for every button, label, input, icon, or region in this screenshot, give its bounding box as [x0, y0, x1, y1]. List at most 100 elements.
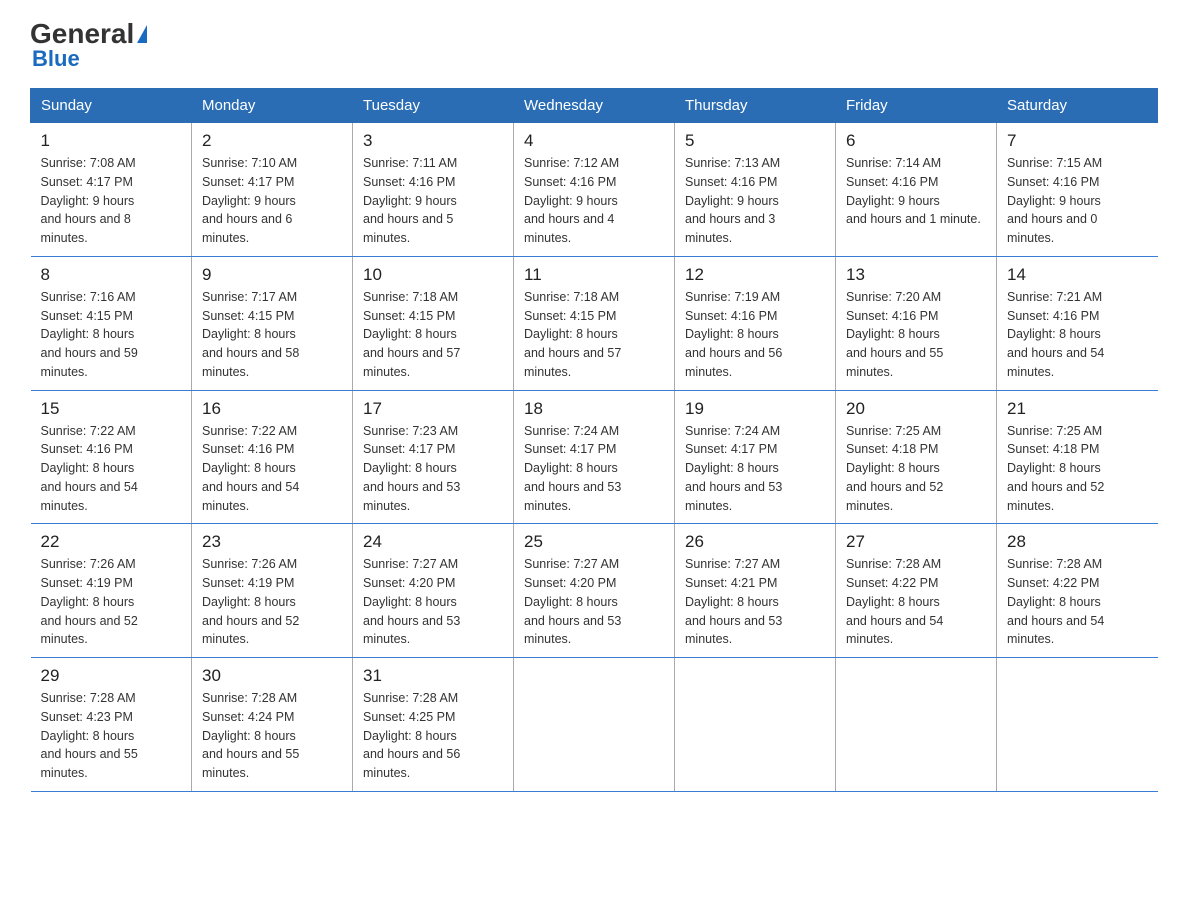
- calendar-header-sunday: Sunday: [31, 89, 192, 123]
- calendar-table: SundayMondayTuesdayWednesdayThursdayFrid…: [30, 88, 1158, 792]
- day-info: Sunrise: 7:27 AMSunset: 4:20 PMDaylight:…: [363, 555, 503, 649]
- calendar-header-tuesday: Tuesday: [353, 89, 514, 123]
- page-header: General Blue: [30, 20, 1158, 72]
- day-number: 20: [846, 399, 986, 419]
- calendar-week-row: 15 Sunrise: 7:22 AMSunset: 4:16 PMDaylig…: [31, 390, 1158, 524]
- calendar-cell: 24 Sunrise: 7:27 AMSunset: 4:20 PMDaylig…: [353, 524, 514, 658]
- calendar-header-wednesday: Wednesday: [514, 89, 675, 123]
- day-number: 14: [1007, 265, 1148, 285]
- day-info: Sunrise: 7:08 AMSunset: 4:17 PMDaylight:…: [41, 154, 182, 248]
- day-number: 11: [524, 265, 664, 285]
- day-info: Sunrise: 7:28 AMSunset: 4:25 PMDaylight:…: [363, 689, 503, 783]
- logo-triangle-icon: [137, 25, 147, 43]
- day-info: Sunrise: 7:20 AMSunset: 4:16 PMDaylight:…: [846, 288, 986, 382]
- day-number: 3: [363, 131, 503, 151]
- calendar-cell: [997, 658, 1158, 792]
- day-info: Sunrise: 7:16 AMSunset: 4:15 PMDaylight:…: [41, 288, 182, 382]
- calendar-cell: 26 Sunrise: 7:27 AMSunset: 4:21 PMDaylig…: [675, 524, 836, 658]
- day-number: 6: [846, 131, 986, 151]
- calendar-cell: 13 Sunrise: 7:20 AMSunset: 4:16 PMDaylig…: [836, 256, 997, 390]
- day-info: Sunrise: 7:24 AMSunset: 4:17 PMDaylight:…: [685, 422, 825, 516]
- day-number: 27: [846, 532, 986, 552]
- day-number: 31: [363, 666, 503, 686]
- calendar-cell: 9 Sunrise: 7:17 AMSunset: 4:15 PMDayligh…: [192, 256, 353, 390]
- calendar-cell: 5 Sunrise: 7:13 AMSunset: 4:16 PMDayligh…: [675, 123, 836, 257]
- calendar-cell: 11 Sunrise: 7:18 AMSunset: 4:15 PMDaylig…: [514, 256, 675, 390]
- calendar-cell: 28 Sunrise: 7:28 AMSunset: 4:22 PMDaylig…: [997, 524, 1158, 658]
- day-number: 17: [363, 399, 503, 419]
- calendar-header-row: SundayMondayTuesdayWednesdayThursdayFrid…: [31, 89, 1158, 123]
- day-info: Sunrise: 7:28 AMSunset: 4:23 PMDaylight:…: [41, 689, 182, 783]
- day-info: Sunrise: 7:19 AMSunset: 4:16 PMDaylight:…: [685, 288, 825, 382]
- day-info: Sunrise: 7:26 AMSunset: 4:19 PMDaylight:…: [202, 555, 342, 649]
- day-info: Sunrise: 7:26 AMSunset: 4:19 PMDaylight:…: [41, 555, 182, 649]
- day-info: Sunrise: 7:24 AMSunset: 4:17 PMDaylight:…: [524, 422, 664, 516]
- day-number: 22: [41, 532, 182, 552]
- day-info: Sunrise: 7:22 AMSunset: 4:16 PMDaylight:…: [41, 422, 182, 516]
- calendar-header-thursday: Thursday: [675, 89, 836, 123]
- day-number: 10: [363, 265, 503, 285]
- day-number: 16: [202, 399, 342, 419]
- day-info: Sunrise: 7:25 AMSunset: 4:18 PMDaylight:…: [1007, 422, 1148, 516]
- calendar-cell: 6 Sunrise: 7:14 AMSunset: 4:16 PMDayligh…: [836, 123, 997, 257]
- calendar-cell: 14 Sunrise: 7:21 AMSunset: 4:16 PMDaylig…: [997, 256, 1158, 390]
- calendar-cell: 21 Sunrise: 7:25 AMSunset: 4:18 PMDaylig…: [997, 390, 1158, 524]
- day-number: 24: [363, 532, 503, 552]
- calendar-cell: 16 Sunrise: 7:22 AMSunset: 4:16 PMDaylig…: [192, 390, 353, 524]
- day-number: 30: [202, 666, 342, 686]
- day-number: 29: [41, 666, 182, 686]
- calendar-cell: 30 Sunrise: 7:28 AMSunset: 4:24 PMDaylig…: [192, 658, 353, 792]
- logo-general: General: [30, 20, 147, 48]
- day-number: 26: [685, 532, 825, 552]
- day-info: Sunrise: 7:18 AMSunset: 4:15 PMDaylight:…: [363, 288, 503, 382]
- calendar-week-row: 1 Sunrise: 7:08 AMSunset: 4:17 PMDayligh…: [31, 123, 1158, 257]
- calendar-cell: 18 Sunrise: 7:24 AMSunset: 4:17 PMDaylig…: [514, 390, 675, 524]
- day-info: Sunrise: 7:10 AMSunset: 4:17 PMDaylight:…: [202, 154, 342, 248]
- day-info: Sunrise: 7:23 AMSunset: 4:17 PMDaylight:…: [363, 422, 503, 516]
- calendar-cell: [836, 658, 997, 792]
- calendar-cell: 3 Sunrise: 7:11 AMSunset: 4:16 PMDayligh…: [353, 123, 514, 257]
- calendar-cell: 20 Sunrise: 7:25 AMSunset: 4:18 PMDaylig…: [836, 390, 997, 524]
- calendar-cell: 17 Sunrise: 7:23 AMSunset: 4:17 PMDaylig…: [353, 390, 514, 524]
- day-number: 18: [524, 399, 664, 419]
- day-number: 28: [1007, 532, 1148, 552]
- day-number: 5: [685, 131, 825, 151]
- day-number: 13: [846, 265, 986, 285]
- calendar-header-friday: Friday: [836, 89, 997, 123]
- calendar-cell: 25 Sunrise: 7:27 AMSunset: 4:20 PMDaylig…: [514, 524, 675, 658]
- calendar-cell: 31 Sunrise: 7:28 AMSunset: 4:25 PMDaylig…: [353, 658, 514, 792]
- logo-blue-text: Blue: [32, 46, 80, 72]
- calendar-cell: [514, 658, 675, 792]
- calendar-week-row: 29 Sunrise: 7:28 AMSunset: 4:23 PMDaylig…: [31, 658, 1158, 792]
- day-info: Sunrise: 7:18 AMSunset: 4:15 PMDaylight:…: [524, 288, 664, 382]
- calendar-week-row: 8 Sunrise: 7:16 AMSunset: 4:15 PMDayligh…: [31, 256, 1158, 390]
- day-number: 4: [524, 131, 664, 151]
- logo-general-text: General: [30, 20, 134, 48]
- day-info: Sunrise: 7:25 AMSunset: 4:18 PMDaylight:…: [846, 422, 986, 516]
- day-info: Sunrise: 7:28 AMSunset: 4:24 PMDaylight:…: [202, 689, 342, 783]
- calendar-cell: 10 Sunrise: 7:18 AMSunset: 4:15 PMDaylig…: [353, 256, 514, 390]
- day-info: Sunrise: 7:27 AMSunset: 4:21 PMDaylight:…: [685, 555, 825, 649]
- calendar-cell: 23 Sunrise: 7:26 AMSunset: 4:19 PMDaylig…: [192, 524, 353, 658]
- calendar-cell: 15 Sunrise: 7:22 AMSunset: 4:16 PMDaylig…: [31, 390, 192, 524]
- calendar-cell: 2 Sunrise: 7:10 AMSunset: 4:17 PMDayligh…: [192, 123, 353, 257]
- calendar-cell: 27 Sunrise: 7:28 AMSunset: 4:22 PMDaylig…: [836, 524, 997, 658]
- day-number: 2: [202, 131, 342, 151]
- day-info: Sunrise: 7:17 AMSunset: 4:15 PMDaylight:…: [202, 288, 342, 382]
- day-number: 21: [1007, 399, 1148, 419]
- day-number: 19: [685, 399, 825, 419]
- day-number: 8: [41, 265, 182, 285]
- day-info: Sunrise: 7:28 AMSunset: 4:22 PMDaylight:…: [846, 555, 986, 649]
- day-number: 23: [202, 532, 342, 552]
- calendar-cell: 29 Sunrise: 7:28 AMSunset: 4:23 PMDaylig…: [31, 658, 192, 792]
- day-number: 25: [524, 532, 664, 552]
- day-info: Sunrise: 7:12 AMSunset: 4:16 PMDaylight:…: [524, 154, 664, 248]
- calendar-cell: 4 Sunrise: 7:12 AMSunset: 4:16 PMDayligh…: [514, 123, 675, 257]
- day-number: 1: [41, 131, 182, 151]
- day-number: 12: [685, 265, 825, 285]
- day-info: Sunrise: 7:22 AMSunset: 4:16 PMDaylight:…: [202, 422, 342, 516]
- logo: General Blue: [30, 20, 147, 72]
- day-info: Sunrise: 7:15 AMSunset: 4:16 PMDaylight:…: [1007, 154, 1148, 248]
- calendar-header-monday: Monday: [192, 89, 353, 123]
- calendar-cell: 19 Sunrise: 7:24 AMSunset: 4:17 PMDaylig…: [675, 390, 836, 524]
